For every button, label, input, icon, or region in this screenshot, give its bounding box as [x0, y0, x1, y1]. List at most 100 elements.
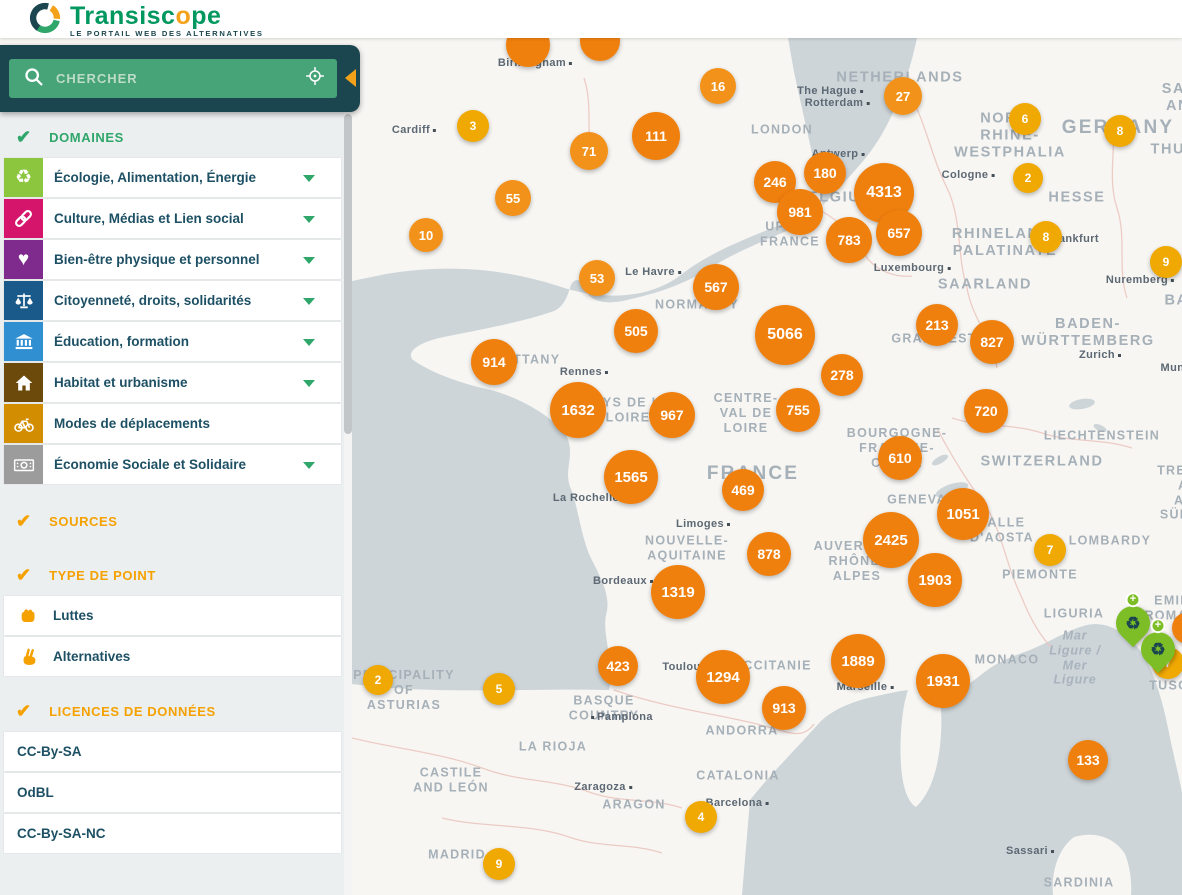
- check-icon: ✔: [16, 128, 31, 146]
- cluster-marker[interactable]: 9: [1150, 246, 1182, 278]
- chevron-down-icon[interactable]: [303, 339, 315, 346]
- domain-row-4[interactable]: Éducation, formation: [4, 322, 341, 361]
- map-canvas[interactable]: NETHERLANDSGERMANYTHURINGIASAXONY- ANHAL…: [352, 38, 1182, 895]
- section-domaines[interactable]: ✔ DOMAINES: [0, 112, 344, 158]
- cluster-marker[interactable]: 469: [722, 469, 764, 511]
- domain-label: Éducation, formation: [54, 334, 189, 349]
- cluster-marker[interactable]: 8: [1030, 221, 1062, 253]
- cluster-marker[interactable]: 505: [614, 309, 658, 353]
- banknote-icon: [4, 445, 43, 484]
- cluster-marker[interactable]: 567: [693, 264, 739, 310]
- cluster-marker[interactable]: 2425: [863, 512, 919, 568]
- license-label: OdBL: [17, 785, 54, 800]
- cluster-marker[interactable]: 2: [1013, 163, 1043, 193]
- cluster-marker[interactable]: 1294: [696, 650, 750, 704]
- cluster-marker[interactable]: 55: [495, 180, 531, 216]
- domain-row-1[interactable]: Culture, Médias et Lien social: [4, 199, 341, 238]
- cluster-marker[interactable]: 1565: [604, 450, 658, 504]
- cluster-marker[interactable]: 53: [579, 260, 615, 296]
- cluster-marker[interactable]: 5: [483, 673, 515, 705]
- cluster-marker[interactable]: 180: [804, 152, 846, 194]
- bank-icon: [4, 322, 43, 361]
- cluster-marker[interactable]: 657: [876, 210, 922, 256]
- cluster-marker[interactable]: 981: [777, 189, 823, 235]
- cluster-marker[interactable]: 1051: [937, 488, 989, 540]
- cluster-marker[interactable]: 278: [821, 354, 863, 396]
- cluster-marker[interactable]: 16: [700, 68, 736, 104]
- chevron-down-icon[interactable]: [303, 298, 315, 305]
- cluster-marker[interactable]: 71: [570, 132, 608, 170]
- domain-list: ♻Écologie, Alimentation, ÉnergieCulture,…: [0, 158, 344, 484]
- chevron-down-icon[interactable]: [303, 462, 315, 469]
- plus-badge-icon: +: [1151, 618, 1166, 633]
- recycle-icon: ♻: [1141, 632, 1175, 666]
- domain-row-3[interactable]: Citoyenneté, droits, solidarités: [4, 281, 341, 320]
- search-icon: [23, 66, 44, 92]
- sidebar-scrollbar-thumb[interactable]: [344, 114, 352, 434]
- domain-row-2[interactable]: ♥Bien-être physique et personnel: [4, 240, 341, 279]
- chevron-down-icon[interactable]: [303, 216, 315, 223]
- cluster-marker[interactable]: 1889: [831, 634, 885, 688]
- license-row-1[interactable]: OdBL: [4, 773, 341, 812]
- locate-icon[interactable]: [305, 66, 325, 91]
- cluster-marker[interactable]: 1931: [916, 654, 970, 708]
- check-icon: ✔: [16, 566, 31, 584]
- chevron-down-icon[interactable]: [303, 175, 315, 182]
- cluster-marker[interactable]: 967: [649, 392, 695, 438]
- cluster-marker[interactable]: 3: [457, 110, 489, 142]
- home-icon: [4, 363, 43, 402]
- logo-ring-icon: [28, 1, 62, 40]
- domain-label: Bien-être physique et personnel: [54, 252, 260, 267]
- section-type-de-point[interactable]: ✔ TYPE DE POINT: [0, 542, 344, 596]
- link-icon: [4, 199, 43, 238]
- point-pin[interactable]: ♻+: [1134, 625, 1182, 673]
- chevron-down-icon[interactable]: [303, 257, 315, 264]
- cluster-marker[interactable]: 9: [483, 848, 515, 880]
- domain-row-6[interactable]: Modes de déplacements: [4, 404, 341, 443]
- cluster-marker[interactable]: 1903: [908, 553, 962, 607]
- license-row-0[interactable]: CC-By-SA: [4, 732, 341, 771]
- cluster-marker[interactable]: 755: [776, 388, 820, 432]
- point-type-row-0[interactable]: Luttes: [4, 596, 341, 635]
- cluster-marker[interactable]: 913: [762, 686, 806, 730]
- license-label: CC-By-SA: [17, 744, 82, 759]
- point-type-row-1[interactable]: Alternatives: [4, 637, 341, 676]
- cluster-marker[interactable]: 4: [685, 801, 717, 833]
- cluster-marker[interactable]: 914: [471, 339, 517, 385]
- license-row-2[interactable]: CC-By-SA-NC: [4, 814, 341, 853]
- domain-row-0[interactable]: ♻Écologie, Alimentation, Énergie: [4, 158, 341, 197]
- cluster-marker[interactable]: 213: [916, 304, 958, 346]
- cluster-marker[interactable]: 2: [363, 665, 393, 695]
- cluster-marker[interactable]: 423: [598, 646, 638, 686]
- collapse-sidebar-icon[interactable]: [345, 69, 356, 87]
- cluster-marker[interactable]: 878: [747, 532, 791, 576]
- search-panel: [0, 45, 360, 112]
- cluster-marker[interactable]: 5066: [755, 305, 815, 365]
- cluster-marker[interactable]: 1632: [550, 382, 606, 438]
- license-label: CC-By-SA-NC: [17, 826, 106, 841]
- cluster-marker[interactable]: 827: [970, 320, 1014, 364]
- domain-row-7[interactable]: Économie Sociale et Solidaire: [4, 445, 341, 484]
- section-sources[interactable]: ✔ SOURCES: [0, 486, 344, 542]
- cluster-marker[interactable]: 111: [632, 112, 680, 160]
- check-icon: ✔: [16, 512, 31, 530]
- cluster-marker[interactable]: 133: [1068, 740, 1108, 780]
- cluster-marker[interactable]: 7: [1034, 534, 1066, 566]
- cluster-marker[interactable]: 10: [409, 218, 443, 252]
- cluster-marker[interactable]: 610: [878, 436, 922, 480]
- license-list: CC-By-SA OdBL CC-By-SA-NC: [0, 732, 344, 853]
- chevron-down-icon[interactable]: [303, 380, 315, 387]
- recycle-icon: ♻: [4, 158, 43, 197]
- cluster-marker[interactable]: 6: [1009, 103, 1041, 135]
- section-licences[interactable]: ✔ LICENCES DE DONNÉES: [0, 678, 344, 732]
- cluster-marker[interactable]: 27: [884, 77, 922, 115]
- transiscope-logo[interactable]: Transiscope LE PORTAIL WEB DES ALTERNATI…: [28, 1, 264, 40]
- cluster-marker[interactable]: 783: [826, 217, 872, 263]
- domain-label: Citoyenneté, droits, solidarités: [54, 293, 251, 308]
- domain-row-5[interactable]: Habitat et urbanisme: [4, 363, 341, 402]
- search-input[interactable]: [56, 71, 305, 86]
- cluster-marker[interactable]: 1319: [651, 565, 705, 619]
- search-bar: [9, 59, 337, 98]
- cluster-marker[interactable]: 8: [1104, 115, 1136, 147]
- cluster-marker[interactable]: 720: [964, 389, 1008, 433]
